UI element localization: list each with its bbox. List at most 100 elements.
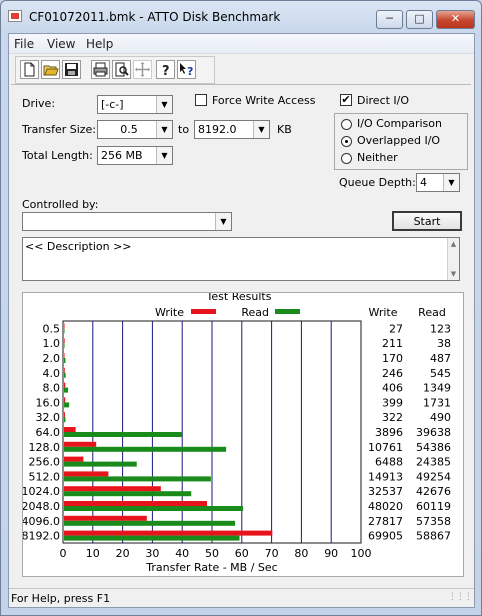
queue-depth-value: 4 bbox=[420, 176, 427, 189]
start-button-label: Start bbox=[413, 215, 441, 228]
overlapped-io-label: Overlapped I/O bbox=[357, 134, 441, 147]
read-reading: 487 bbox=[430, 352, 451, 365]
neither-radio[interactable] bbox=[341, 153, 352, 164]
read-bar bbox=[64, 343, 65, 349]
read-bar bbox=[64, 476, 211, 482]
write-reading: 27 bbox=[389, 322, 403, 335]
column-header-read: Read bbox=[418, 306, 446, 319]
window-title: CF01072011.bmk - ATTO Disk Benchmark bbox=[29, 10, 281, 24]
description-scrollbar[interactable]: ▲ ▼ bbox=[447, 238, 459, 280]
description-textbox[interactable]: << Description >> ▲ ▼ bbox=[22, 237, 460, 281]
start-button[interactable]: Start bbox=[392, 211, 462, 231]
test-results-panel: Test Results Write Read Write Read 0 10 20 30 40 5… bbox=[22, 292, 464, 577]
size-grip-icon[interactable]: ⋮⋮⋮ bbox=[448, 592, 473, 602]
legend-write-label: Write bbox=[155, 306, 184, 319]
write-reading: 406 bbox=[382, 382, 403, 395]
help-button[interactable]: ? bbox=[156, 60, 175, 79]
transfer-to-label: to bbox=[178, 123, 190, 136]
x-tick-label: 70 bbox=[265, 547, 279, 560]
minimize-button[interactable]: ─ bbox=[376, 10, 403, 29]
transfer-to-select[interactable]: 8192.0 ▼ bbox=[194, 120, 270, 139]
read-reading: 60119 bbox=[416, 500, 451, 513]
print-button[interactable] bbox=[91, 60, 110, 79]
queue-depth-select[interactable]: 4 ▼ bbox=[416, 173, 460, 192]
open-button[interactable] bbox=[41, 60, 60, 79]
new-file-button[interactable] bbox=[20, 60, 39, 79]
write-bar bbox=[64, 486, 161, 492]
help-icon: ? bbox=[162, 64, 170, 79]
write-bar bbox=[64, 456, 84, 462]
read-reading: 57358 bbox=[416, 515, 451, 528]
x-tick-label: 60 bbox=[235, 547, 249, 560]
close-button[interactable]: ✕ bbox=[436, 10, 475, 29]
new-file-icon bbox=[24, 62, 35, 77]
column-header-write: Write bbox=[368, 306, 397, 319]
controlled-by-select[interactable]: ▼ bbox=[22, 212, 232, 231]
save-button[interactable] bbox=[62, 60, 81, 79]
context-help-button[interactable]: ? bbox=[177, 60, 196, 79]
write-reading: 322 bbox=[382, 411, 403, 424]
read-reading: 58867 bbox=[416, 530, 451, 543]
x-tick-label: 80 bbox=[294, 547, 308, 560]
read-bar bbox=[64, 461, 137, 467]
legend-read-swatch bbox=[275, 309, 300, 314]
write-bar bbox=[64, 501, 208, 506]
total-length-value: 256 MB bbox=[101, 149, 143, 162]
status-text: For Help, press F1 bbox=[11, 592, 111, 605]
force-write-access-checkbox[interactable] bbox=[195, 94, 207, 106]
force-write-access-label: Force Write Access bbox=[212, 94, 316, 107]
app-window: CF01072011.bmk - ATTO Disk Benchmark ─ □… bbox=[0, 0, 482, 616]
write-reading: 32537 bbox=[368, 485, 403, 498]
transfer-size-label: Transfer Size: bbox=[22, 123, 97, 136]
maximize-button[interactable]: □ bbox=[406, 10, 433, 29]
svg-text:?: ? bbox=[187, 65, 193, 78]
print-preview-icon bbox=[115, 62, 129, 77]
category-label: 32.0 bbox=[36, 411, 61, 424]
read-reading: 490 bbox=[430, 411, 451, 424]
category-label: 8.0 bbox=[43, 382, 61, 395]
category-label: 2.0 bbox=[43, 352, 61, 365]
print-preview-button[interactable] bbox=[112, 60, 131, 79]
read-bar bbox=[64, 372, 66, 378]
x-tick-label: 90 bbox=[324, 547, 338, 560]
total-length-select[interactable]: 256 MB ▼ bbox=[97, 146, 173, 165]
write-reading: 10761 bbox=[368, 441, 403, 454]
menu-help[interactable]: Help bbox=[86, 37, 113, 51]
write-reading: 48020 bbox=[368, 500, 403, 513]
transfer-from-value: 0.5 bbox=[120, 123, 138, 136]
category-label: 128.0 bbox=[29, 441, 61, 454]
io-comparison-radio[interactable] bbox=[341, 119, 352, 130]
direct-io-checkbox[interactable]: ✔ bbox=[340, 94, 352, 106]
total-length-label: Total Length: bbox=[22, 149, 93, 162]
app-icon bbox=[8, 10, 22, 22]
write-bar bbox=[64, 515, 147, 521]
read-reading: 49254 bbox=[416, 470, 451, 483]
legend-read-label: Read bbox=[241, 306, 269, 319]
move-icon bbox=[135, 62, 150, 77]
write-reading: 27817 bbox=[368, 515, 403, 528]
transfer-from-select[interactable]: 0.5 ▼ bbox=[97, 120, 173, 139]
overlapped-io-radio[interactable] bbox=[341, 136, 352, 147]
write-reading: 399 bbox=[382, 396, 403, 409]
legend-write-swatch bbox=[191, 309, 216, 314]
x-axis-label: Transfer Rate - MB / Sec bbox=[145, 561, 277, 574]
io-comparison-label: I/O Comparison bbox=[357, 117, 442, 130]
move-button[interactable] bbox=[133, 60, 152, 79]
transfer-unit-label: KB bbox=[277, 123, 292, 136]
read-bar bbox=[64, 535, 240, 541]
x-tick-label: 40 bbox=[175, 547, 189, 560]
chevron-down-icon: ▼ bbox=[156, 96, 172, 113]
menu-view[interactable]: View bbox=[47, 37, 75, 51]
read-reading: 54386 bbox=[416, 441, 451, 454]
menu-file[interactable]: File bbox=[14, 37, 34, 51]
chevron-down-icon: ▼ bbox=[443, 174, 459, 191]
x-tick-label: 50 bbox=[205, 547, 219, 560]
drive-select[interactable]: [-c-] ▼ bbox=[97, 95, 173, 114]
title-bar[interactable]: CF01072011.bmk - ATTO Disk Benchmark ─ □… bbox=[1, 1, 481, 33]
read-bar bbox=[64, 520, 236, 526]
write-reading: 246 bbox=[382, 367, 403, 380]
write-reading: 211 bbox=[382, 337, 403, 350]
drive-value: [-c-] bbox=[101, 98, 124, 111]
transfer-to-value: 8192.0 bbox=[198, 123, 237, 136]
read-bar bbox=[64, 506, 244, 511]
